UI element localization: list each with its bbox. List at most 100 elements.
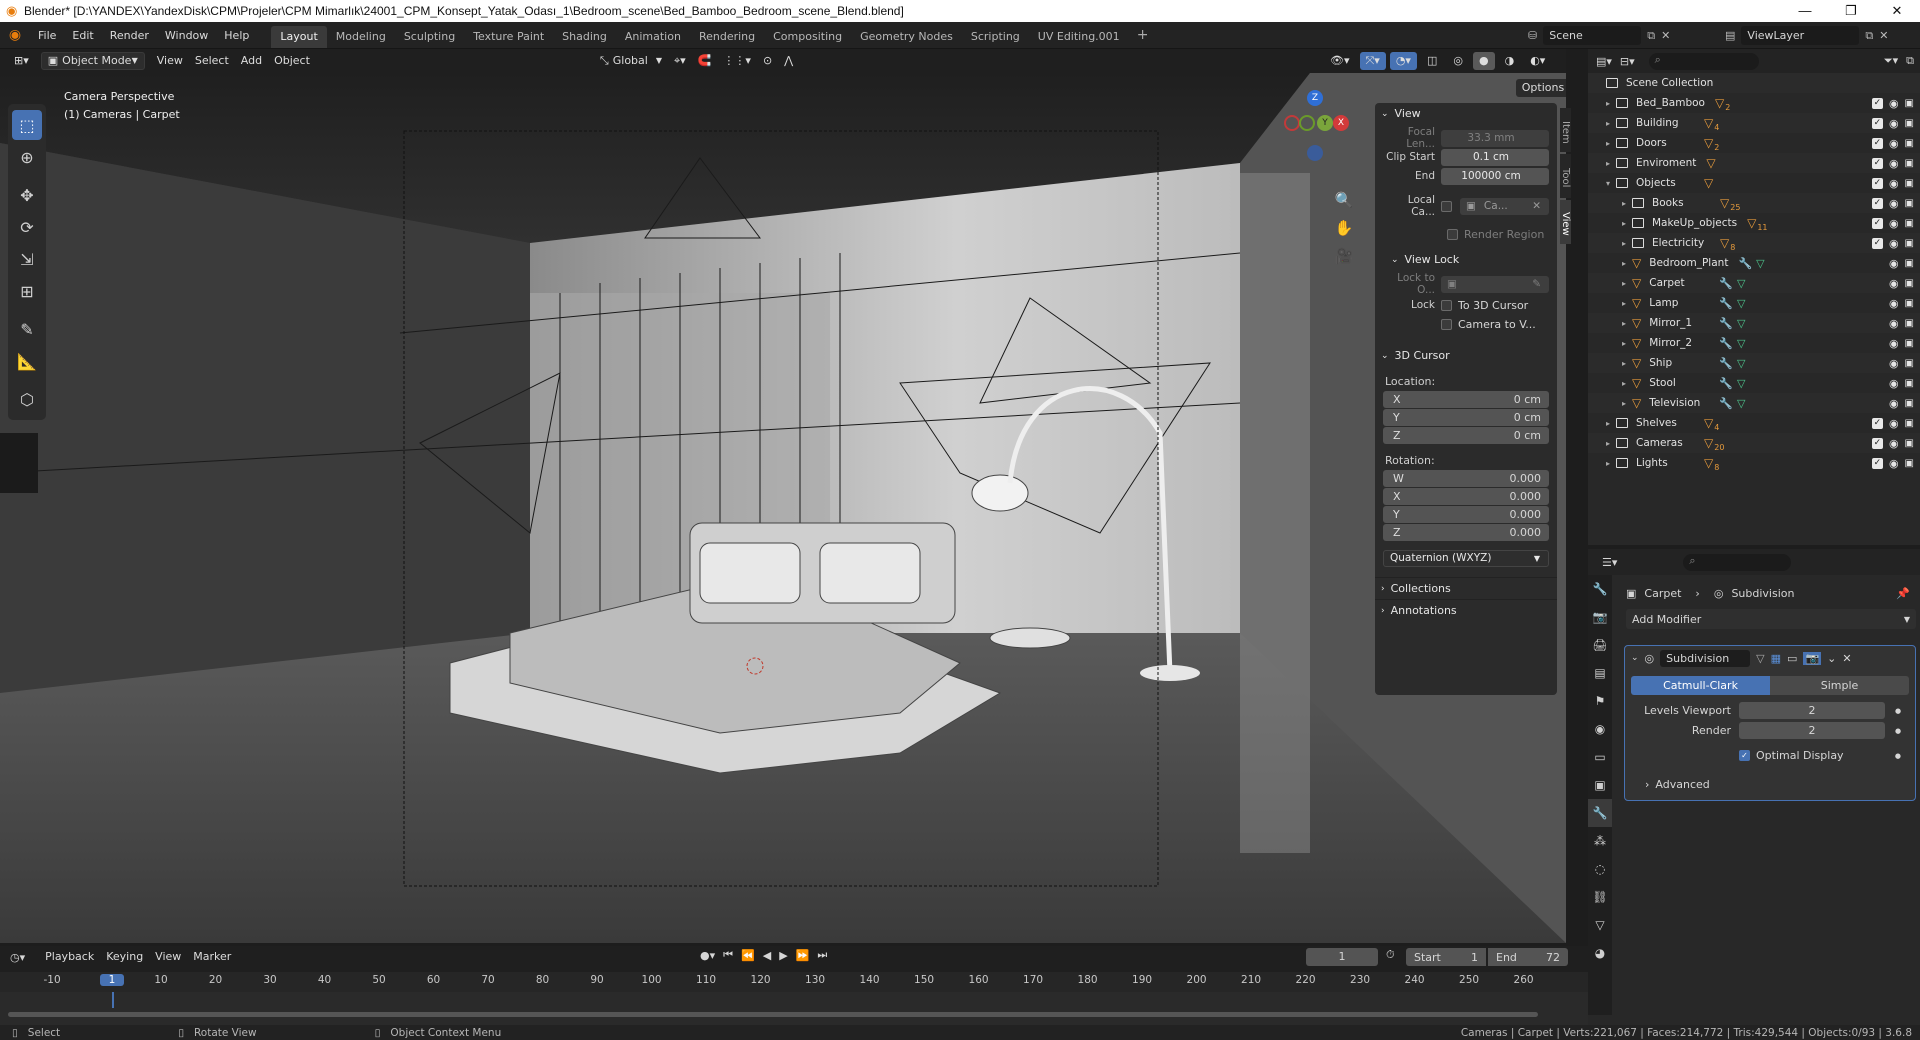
exclude-checkbox[interactable]: ✓	[1871, 417, 1883, 429]
rotation-mode-dropdown[interactable]: Quaternion (WXYZ) ▼	[1383, 549, 1549, 567]
expand-arrow-icon[interactable]: ▾	[1606, 179, 1616, 188]
render-camera-icon[interactable]: ▣	[1905, 198, 1914, 209]
expand-arrow-icon[interactable]: ▸	[1622, 279, 1632, 288]
keyframe-dot-icon[interactable]: ●	[1895, 727, 1901, 735]
outliner-search-input[interactable]: ⌕	[1648, 52, 1759, 70]
menu-file[interactable]: File	[30, 22, 64, 49]
playhead-line[interactable]	[112, 992, 114, 1008]
outliner-editor-icon[interactable]: ▤▾	[1596, 55, 1612, 68]
cursor-tool-icon[interactable]: ⊕	[12, 142, 42, 172]
visibility-eye-icon[interactable]: ◉	[1889, 157, 1899, 170]
annotate-tool-icon[interactable]: ✎	[12, 314, 42, 344]
render-camera-icon[interactable]: ▣	[1905, 258, 1914, 269]
delete-viewlayer-icon[interactable]: ✕	[1879, 29, 1888, 42]
render-camera-icon[interactable]: ▣	[1905, 378, 1914, 389]
scene-name[interactable]: Scene	[1543, 26, 1642, 45]
timeline-scrollbar[interactable]	[8, 1012, 1538, 1017]
rendered-shading-icon[interactable]: ◐▾	[1524, 52, 1551, 70]
exclude-checkbox[interactable]: ✓	[1871, 197, 1883, 209]
play-reverse-icon[interactable]: ◀	[763, 949, 771, 962]
exclude-checkbox[interactable]: ✓	[1871, 157, 1883, 169]
tab-shading[interactable]: Shading	[553, 26, 616, 48]
cursor-rotation-x-field[interactable]: X 0.000	[1383, 488, 1549, 505]
visibility-eye-icon[interactable]: ◉	[1889, 357, 1899, 370]
minimize-button[interactable]: —	[1782, 0, 1828, 22]
outliner-row-building[interactable]: ▸ Building ▽ 4 ✓ ◉ ▣	[1588, 113, 1920, 133]
properties-editor-icon[interactable]: ☰▾	[1602, 556, 1617, 569]
visibility-eye-icon[interactable]: ◉	[1889, 457, 1899, 470]
end-frame-field[interactable]: End 72	[1488, 948, 1568, 966]
pan-hand-icon[interactable]: ✋	[1332, 219, 1356, 247]
tab-sculpting[interactable]: Sculpting	[395, 26, 464, 48]
cursor-location-x-field[interactable]: X 0 cm	[1383, 391, 1549, 408]
solid-shading-icon[interactable]: ●	[1472, 52, 1495, 70]
tab-compositing[interactable]: Compositing	[764, 26, 851, 48]
outliner-row-mirror-2[interactable]: ▸ ▽ Mirror_2 🔧 ▽ ◉ ▣	[1588, 333, 1920, 353]
start-frame-field[interactable]: Start 1	[1406, 948, 1486, 966]
expand-arrow-icon[interactable]: ▸	[1622, 339, 1632, 348]
tool-properties-tab-icon[interactable]: 🔧	[1588, 575, 1612, 603]
tab-geometry-nodes[interactable]: Geometry Nodes	[851, 26, 962, 48]
expand-arrow-icon[interactable]: ▸	[1622, 259, 1632, 268]
viewlayer-selector[interactable]: ▤ ViewLayer ⧉ ✕	[1725, 26, 1888, 45]
visibility-eye-icon[interactable]: ◉	[1889, 297, 1899, 310]
outliner-row-mirror-1[interactable]: ▸ ▽ Mirror_1 🔧 ▽ ◉ ▣	[1588, 313, 1920, 333]
expand-arrow-icon[interactable]: ▸	[1622, 399, 1632, 408]
proportional-edit-icon[interactable]: ⊙	[757, 52, 778, 70]
focal-length-field[interactable]: 33.3 mm	[1441, 129, 1549, 147]
lock-to-object-field[interactable]: ▣ ✎	[1441, 275, 1549, 293]
preview-range-icon[interactable]: ⏱	[1386, 948, 1395, 962]
add-modifier-dropdown[interactable]: Add Modifier ▼	[1626, 609, 1916, 629]
new-scene-icon[interactable]: ⧉	[1647, 29, 1655, 43]
scene-properties-tab-icon[interactable]: ⚑	[1588, 687, 1612, 715]
render-toggle-icon[interactable]: 📷	[1803, 651, 1822, 665]
menu-window[interactable]: Window	[157, 22, 216, 49]
outliner-row-electricity[interactable]: ▸ Electricity ▽ 8 ✓ ◉ ▣	[1588, 233, 1920, 253]
measure-tool-icon[interactable]: 📐	[12, 346, 42, 376]
outliner-row-ship[interactable]: ▸ ▽ Ship 🔧 ▽ ◉ ▣	[1588, 353, 1920, 373]
render-camera-icon[interactable]: ▣	[1905, 158, 1914, 169]
object-properties-tab-icon[interactable]: ▣	[1588, 771, 1612, 799]
add-workspace-button[interactable]: +	[1137, 27, 1149, 43]
optimal-display-checkbox[interactable]: ✓	[1739, 750, 1750, 761]
viewport-menu-view[interactable]: View	[151, 52, 189, 70]
scale-tool-icon[interactable]: ⇲	[12, 244, 42, 274]
view-layer-tab-icon[interactable]: ▤	[1588, 659, 1612, 687]
exclude-checkbox[interactable]: ✓	[1871, 237, 1883, 249]
outliner-row-bedroom-plant[interactable]: ▸ ▽ Bedroom_Plant 🔧 ▽ ◉ ▣	[1588, 253, 1920, 273]
jump-start-icon[interactable]: ⏮	[723, 948, 733, 962]
outliner-row-objects[interactable]: ▾ Objects ▽ ✓ ◉ ▣	[1588, 173, 1920, 193]
visibility-eye-icon[interactable]: ◉	[1889, 277, 1899, 290]
delete-scene-icon[interactable]: ✕	[1661, 29, 1670, 42]
timeline-menu-playback[interactable]: Playback	[39, 948, 100, 966]
render-camera-icon[interactable]: ▣	[1905, 178, 1914, 189]
exclude-checkbox[interactable]: ✓	[1871, 117, 1883, 129]
lock-to-cursor-checkbox[interactable]	[1441, 299, 1452, 311]
eyedropper-icon[interactable]: ✎	[1532, 276, 1541, 293]
viewport-toggle-icon[interactable]: ▭	[1787, 652, 1797, 665]
cursor-rotation-y-field[interactable]: Y 0.000	[1383, 506, 1549, 523]
render-camera-icon[interactable]: ▣	[1905, 278, 1914, 289]
expand-arrow-icon[interactable]: ▸	[1606, 439, 1616, 448]
visibility-eye-icon[interactable]: ◉	[1889, 97, 1899, 110]
viewlayer-name[interactable]: ViewLayer	[1741, 26, 1860, 45]
visibility-eye-icon[interactable]: ◉	[1889, 377, 1899, 390]
clear-icon[interactable]: ✕	[1532, 198, 1541, 215]
view-panel-header[interactable]: ⌄ View	[1375, 103, 1557, 125]
outliner-row-lights[interactable]: ▸ Lights ▽ 8 ✓ ◉ ▣	[1588, 453, 1920, 473]
material-tab-icon[interactable]: ◕	[1588, 939, 1612, 967]
modifier-name-field[interactable]: Subdivision	[1660, 649, 1751, 667]
expand-arrow-icon[interactable]: ▸	[1606, 419, 1616, 428]
expand-arrow-icon[interactable]: ▸	[1622, 299, 1632, 308]
expand-arrow-icon[interactable]: ▸	[1606, 159, 1616, 168]
visibility-eye-icon[interactable]: ◉	[1889, 337, 1899, 350]
play-icon[interactable]: ▶	[779, 949, 787, 962]
viewport-menu-select[interactable]: Select	[189, 52, 235, 70]
move-tool-icon[interactable]: ✥	[12, 180, 42, 210]
render-camera-icon[interactable]: ▣	[1905, 298, 1914, 309]
visibility-eye-icon[interactable]: ◉	[1889, 397, 1899, 410]
visibility-eye-icon[interactable]: ◉	[1889, 317, 1899, 330]
display-mode-icon[interactable]: ⊟▾	[1620, 55, 1635, 68]
pin-icon[interactable]: 📌	[1896, 587, 1910, 600]
render-camera-icon[interactable]: ▣	[1905, 118, 1914, 129]
